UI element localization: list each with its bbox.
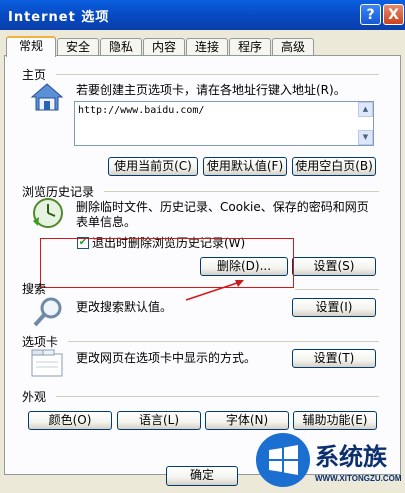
- close-button[interactable]: X: [383, 4, 404, 25]
- tab-connections[interactable]: 连接: [186, 38, 228, 56]
- home-url-value: http://www.baidu.com/: [78, 105, 205, 116]
- home-section-title: 主页: [22, 68, 47, 82]
- help-button[interactable]: ?: [360, 4, 381, 25]
- use-current-button[interactable]: 使用当前页(C): [108, 157, 198, 176]
- tab-security[interactable]: 安全: [57, 38, 99, 56]
- watermark-url: WWW.XITONGZU.COM: [315, 474, 402, 483]
- annotation-arrow-icon: [185, 280, 244, 301]
- tab-general[interactable]: 常规: [6, 36, 56, 57]
- divider: [68, 341, 379, 342]
- tabs-description: 更改网页在选项卡中显示的方式。: [76, 351, 257, 365]
- appearance-section-title: 外观: [22, 390, 47, 404]
- use-default-button[interactable]: 使用默认值(F): [203, 157, 287, 176]
- divider: [104, 191, 379, 192]
- tab-programs[interactable]: 程序: [229, 38, 271, 56]
- colors-button[interactable]: 颜色(O): [28, 411, 112, 430]
- search-description: 更改搜索默认值。: [76, 300, 173, 314]
- tab-advanced[interactable]: 高级: [272, 38, 314, 56]
- watermark-logo: 系统族 WWW.XITONGZU.COM: [255, 428, 405, 490]
- history-description: 删除临时文件、历史记录、Cookie、保存的密码和网页表单信息。: [76, 200, 369, 229]
- tabbed-window-icon: [31, 349, 63, 377]
- languages-button[interactable]: 语言(L): [117, 411, 201, 430]
- title-bar: Internet 选项 ? X: [0, 0, 405, 30]
- home-description: 若要创建主页选项卡，请在各地址行键入地址(R)。: [76, 83, 346, 97]
- annotation-highlight-box: [40, 238, 294, 288]
- tab-content[interactable]: 内容: [143, 38, 185, 56]
- watermark-brand: 系统族: [315, 443, 388, 471]
- divider: [56, 74, 379, 75]
- ok-button[interactable]: 确定: [166, 466, 238, 486]
- search-settings-button[interactable]: 设置(I): [292, 298, 376, 317]
- divider: [56, 396, 379, 397]
- window-title: Internet 选项: [8, 10, 110, 25]
- tab-privacy[interactable]: 隐私: [100, 38, 142, 56]
- search-section-title: 搜索: [22, 282, 47, 296]
- divider: [295, 289, 379, 290]
- use-blank-button[interactable]: 使用空白页(B): [292, 157, 376, 176]
- scroll-up-arrow-icon[interactable]: ▲: [358, 102, 373, 117]
- house-icon: [30, 83, 64, 111]
- scroll-down-arrow-icon[interactable]: ▼: [358, 130, 373, 145]
- home-url-input[interactable]: http://www.baidu.com/ ▲ ▼: [74, 101, 374, 146]
- history-clock-icon: [33, 198, 63, 228]
- history-settings-button[interactable]: 设置(S): [292, 257, 376, 276]
- magnifier-icon: [33, 297, 62, 327]
- tabs-settings-button[interactable]: 设置(T): [292, 349, 376, 368]
- windows-logo-icon: 系统族 WWW.XITONGZU.COM: [256, 433, 402, 487]
